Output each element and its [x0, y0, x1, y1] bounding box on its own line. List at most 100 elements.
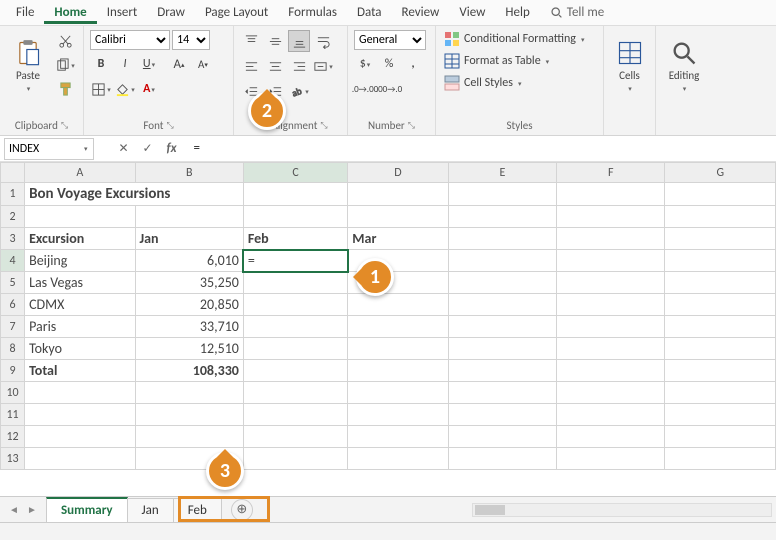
- cell-b3[interactable]: Jan: [135, 228, 243, 250]
- cell-c1[interactable]: [243, 183, 347, 206]
- tell-me[interactable]: Tell me: [540, 1, 614, 24]
- row-header-10[interactable]: 10: [1, 382, 25, 404]
- decrease-decimal-button[interactable]: .00→.0: [378, 78, 400, 100]
- fill-color-button[interactable]: ▾: [114, 78, 136, 100]
- col-header-b[interactable]: B: [135, 163, 243, 183]
- cell-e6[interactable]: [448, 294, 556, 316]
- cell-a6[interactable]: CDMX: [25, 294, 135, 316]
- cell-styles-button[interactable]: Cell Styles▾: [442, 74, 524, 92]
- cell-e9[interactable]: [448, 360, 556, 382]
- clipboard-dialog-launcher[interactable]: ⤡: [61, 120, 68, 131]
- font-size-select[interactable]: 14: [172, 30, 210, 50]
- cell-c4[interactable]: =: [243, 250, 347, 272]
- row-header-9[interactable]: 9: [1, 360, 25, 382]
- cell-g3[interactable]: [665, 228, 776, 250]
- cell-c6[interactable]: [243, 294, 347, 316]
- cell-f6[interactable]: [557, 294, 665, 316]
- font-color-button[interactable]: A▾: [138, 78, 160, 100]
- underline-button[interactable]: U▾: [138, 53, 160, 75]
- cells-button[interactable]: Cells▾: [610, 30, 649, 102]
- format-as-table-button[interactable]: Format as Table▾: [442, 52, 551, 70]
- decrease-font-button[interactable]: A▾: [192, 53, 214, 75]
- formula-input[interactable]: =: [188, 138, 776, 159]
- col-header-a[interactable]: A: [25, 163, 135, 183]
- row-header-2[interactable]: 2: [1, 206, 25, 228]
- cell-c7[interactable]: [243, 316, 347, 338]
- row-header-11[interactable]: 11: [1, 404, 25, 426]
- cell-b7[interactable]: 33,710: [135, 316, 243, 338]
- italic-button[interactable]: I: [114, 53, 136, 75]
- col-header-e[interactable]: E: [448, 163, 556, 183]
- cell-e8[interactable]: [448, 338, 556, 360]
- cell-d6[interactable]: [348, 294, 448, 316]
- enter-formula-button[interactable]: ✓: [136, 138, 160, 160]
- sheet-nav-next[interactable]: ►: [24, 502, 40, 518]
- menu-data[interactable]: Data: [347, 1, 392, 24]
- cell-f7[interactable]: [557, 316, 665, 338]
- number-format-select[interactable]: General: [354, 30, 426, 50]
- menu-view[interactable]: View: [449, 1, 495, 24]
- menu-insert[interactable]: Insert: [97, 1, 148, 24]
- row-header-13[interactable]: 13: [1, 448, 25, 470]
- number-dialog-launcher[interactable]: ⤡: [408, 120, 415, 131]
- row-header-1[interactable]: 1: [1, 183, 25, 206]
- cell-g9[interactable]: [665, 360, 776, 382]
- row-header-5[interactable]: 5: [1, 272, 25, 294]
- cell-e2[interactable]: [448, 206, 556, 228]
- menu-formulas[interactable]: Formulas: [278, 1, 347, 24]
- cell-a8[interactable]: Tokyo: [25, 338, 135, 360]
- col-header-g[interactable]: G: [665, 163, 776, 183]
- sheet-tab-jan[interactable]: Jan: [127, 498, 174, 522]
- cell-g7[interactable]: [665, 316, 776, 338]
- cell-d9[interactable]: [348, 360, 448, 382]
- cell-g1[interactable]: [665, 183, 776, 206]
- editing-button[interactable]: Editing▾: [662, 30, 706, 102]
- cell-c3[interactable]: Feb: [243, 228, 347, 250]
- select-all-corner[interactable]: [1, 163, 25, 183]
- cell-f9[interactable]: [557, 360, 665, 382]
- align-middle-button[interactable]: [264, 30, 286, 52]
- cell-c8[interactable]: [243, 338, 347, 360]
- sheet-tab-feb[interactable]: Feb: [173, 498, 222, 522]
- cell-e7[interactable]: [448, 316, 556, 338]
- cell-d8[interactable]: [348, 338, 448, 360]
- cell-g2[interactable]: [665, 206, 776, 228]
- cell-a3[interactable]: Excursion: [25, 228, 135, 250]
- sheet-nav-prev[interactable]: ◄: [6, 502, 22, 518]
- cell-b5[interactable]: 35,250: [135, 272, 243, 294]
- cell-d7[interactable]: [348, 316, 448, 338]
- cell-d3[interactable]: Mar: [348, 228, 448, 250]
- cell-a9[interactable]: Total: [25, 360, 135, 382]
- cell-f4[interactable]: [557, 250, 665, 272]
- cell-d1[interactable]: [348, 183, 448, 206]
- comma-format-button[interactable]: ,: [402, 53, 424, 75]
- menu-help[interactable]: Help: [495, 1, 539, 24]
- cell-e4[interactable]: [448, 250, 556, 272]
- cut-button[interactable]: [54, 30, 76, 52]
- accounting-format-button[interactable]: $▾: [354, 53, 376, 75]
- cell-f1[interactable]: [557, 183, 665, 206]
- row-header-7[interactable]: 7: [1, 316, 25, 338]
- cell-a1[interactable]: Bon Voyage Excursions: [25, 183, 244, 206]
- cell-b6[interactable]: 20,850: [135, 294, 243, 316]
- menu-home[interactable]: Home: [44, 1, 96, 24]
- menu-file[interactable]: File: [6, 1, 44, 24]
- orientation-button[interactable]: ab▾: [288, 80, 310, 102]
- cell-e3[interactable]: [448, 228, 556, 250]
- row-header-12[interactable]: 12: [1, 426, 25, 448]
- font-dialog-launcher[interactable]: ⤡: [166, 120, 173, 131]
- cell-a7[interactable]: Paris: [25, 316, 135, 338]
- align-top-button[interactable]: [240, 30, 262, 52]
- col-header-f[interactable]: F: [557, 163, 665, 183]
- percent-format-button[interactable]: %: [378, 53, 400, 75]
- cell-f5[interactable]: [557, 272, 665, 294]
- cell-a5[interactable]: Las Vegas: [25, 272, 135, 294]
- col-header-d[interactable]: D: [348, 163, 448, 183]
- increase-decimal-button[interactable]: .0→.00: [354, 78, 376, 100]
- cell-g6[interactable]: [665, 294, 776, 316]
- cell-b9[interactable]: 108,330: [135, 360, 243, 382]
- row-header-8[interactable]: 8: [1, 338, 25, 360]
- alignment-dialog-launcher[interactable]: ⤡: [320, 120, 327, 131]
- cell-d2[interactable]: [348, 206, 448, 228]
- name-box[interactable]: [4, 138, 94, 160]
